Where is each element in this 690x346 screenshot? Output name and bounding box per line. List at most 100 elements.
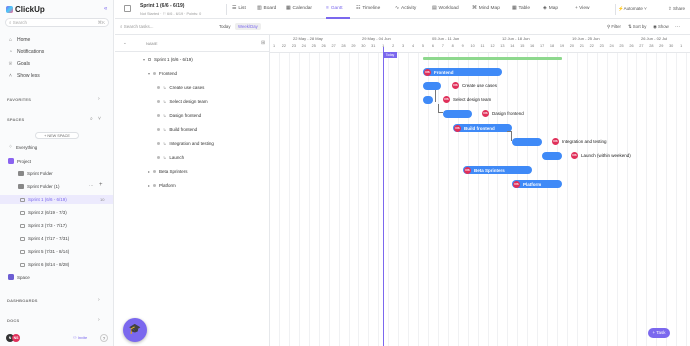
day-label: 21 [579,44,584,48]
more-options-icon[interactable]: ··· [675,24,680,30]
help-button[interactable]: ? [100,334,108,342]
automate-button[interactable]: ⚡Automate ˅ [618,6,647,12]
day-label: 6 [431,44,434,48]
tree-everything[interactable]: ⁘ Everything [8,145,37,151]
collapse-all-icon[interactable]: ⌄ [123,40,127,46]
nav-notifications[interactable]: ◔ Notifications [8,49,44,55]
task-row[interactable]: ▾ Sprint 1 (6/6 - 6/19) [143,57,193,62]
week-label: 26 Jun - 02 Jul [641,36,668,41]
tab-table[interactable]: ▦ Table [512,6,530,11]
sprint-icon [20,236,25,241]
new-space-button[interactable]: + NEW SPACE [35,132,79,139]
day-gridline [338,52,340,346]
day-gridline [656,52,658,346]
sidebar-search-input[interactable]: ⌕ Search ⌘K [5,18,109,27]
gantt-bar-integration-testing[interactable] [512,138,542,146]
show-button[interactable]: ◉ Show [653,24,669,30]
share-button[interactable]: ⇪ Share [668,6,685,12]
sort-button[interactable]: ⇅ Sort by [628,24,646,30]
task-row[interactable]: ▸ Platform [148,183,176,188]
task-row[interactable]: ↳ Dasign frontend [157,113,201,118]
nav-home[interactable]: ⌂ Home [8,37,30,43]
filter-button[interactable]: ⚲ Filter [607,24,621,30]
day-label: 29 [351,44,356,48]
tab-workload[interactable]: ▤ Workload [432,6,459,11]
sprint-progress-bar [423,57,562,60]
gantt-bar-select-design-team[interactable] [423,96,433,104]
status-dot-icon [157,156,160,159]
docs-chevron-icon[interactable]: › [98,317,100,323]
favorites-chevron-icon[interactable]: › [98,96,100,102]
day-label: 18 [549,44,555,48]
status-dot-icon [153,184,157,187]
docs-section-title[interactable]: DOCS [7,318,19,323]
map-icon: ◈ [543,6,547,11]
task-row[interactable]: ↳ Create use cases [157,85,204,90]
task-list-header: ⌄ NAME ⊞ [115,35,270,52]
tab-activity[interactable]: ∿ Activity [395,6,416,11]
clickup-logo[interactable]: ClickUp [6,5,45,14]
tab-list[interactable]: ☰ List [232,6,246,11]
invite-button[interactable]: ⚇ Invite [73,335,87,340]
tab-gantt[interactable]: ≡ Gantt [326,6,343,11]
collapse-sidebar-icon[interactable]: « [104,6,107,12]
gantt-bar-label: NS Platform [513,181,542,188]
sprint-list-item[interactable]: Sprint 6 (8/14 - 8/28) [20,262,69,267]
tree-space[interactable]: Space [8,274,30,280]
sprint-list-item[interactable]: Sprint 2 (6/19 - 7/3) [20,210,67,215]
sprint-list-item[interactable]: Sprint 1 (6/6 - 6/19) [20,197,67,202]
spaces-chevron-icon[interactable]: ˅ [98,116,101,122]
add-task-button[interactable]: + Task [648,328,670,338]
tree-project[interactable]: Project [8,158,31,164]
page-title[interactable]: Sprint 1 (6/6 - 6/19) [140,3,184,9]
day-label: 25 [619,44,624,48]
status-dot-icon [157,142,160,145]
calendar-icon: ▦ [286,6,291,11]
task-row[interactable]: ↳ Select design team [157,99,208,104]
task-row[interactable]: ↳ Integration and testing [157,141,214,146]
spaces-section-title[interactable]: SPACES [7,117,24,122]
day-gridline [557,52,559,346]
gantt-bar-launch[interactable] [542,152,562,160]
week-day-toggle[interactable]: Week/Day [235,23,261,30]
today-button[interactable]: Today [216,23,233,30]
dashboards-section-title[interactable]: DASHBOARDS [7,298,38,303]
gantt-bar-design-frontend[interactable] [443,110,472,118]
day-label: 22 [589,44,594,48]
tab-calendar[interactable]: ▦ Calendar [286,6,312,11]
tab-board[interactable]: ▥ Board [257,6,276,11]
caret-right-icon: ▸ [148,183,151,188]
task-row[interactable]: ▾ Frontend [148,71,177,76]
task-row[interactable]: ▸ Beta Sprinters [148,169,188,174]
tab-timeline[interactable]: ☷ Timeline [356,6,380,11]
gantt-bar-create-use-cases[interactable] [423,82,441,90]
day-label: 23 [291,44,296,48]
day-label: 20 [569,44,574,48]
spaces-search-icon[interactable]: ⌕ [90,116,93,122]
nav-show-less[interactable]: ˄ Show less [8,73,40,79]
favorites-section-title[interactable]: FAVORITES [7,97,31,102]
folder-more-icon[interactable]: ··· [89,183,94,188]
sprint-list-item[interactable]: Sprint 5 (7/31 - 8/14) [20,249,69,254]
dashboards-chevron-icon[interactable]: › [98,297,100,303]
folder-add-icon[interactable]: + [99,182,103,188]
sprint-list-item[interactable]: Sprint 3 (7/3 - 7/17) [20,223,67,228]
nav-goals[interactable]: ♕ Goals [8,61,30,67]
day-gridline [686,52,688,346]
add-view-button[interactable]: + View [575,6,589,11]
tree-sprint-folder[interactable]: Sprint Folder [18,171,53,176]
tab-map[interactable]: ◈ Map [543,6,558,11]
day-gridline [408,52,410,346]
tab-mind-map[interactable]: ⌘ Mind Map [472,6,500,11]
user-avatar-group[interactable]: N NS [6,334,20,342]
task-row[interactable]: ↳ Launch [157,155,184,160]
chevron-up-icon: ˄ [9,72,12,79]
gantt-bar-label: NS Launch (within weekend) [571,152,631,159]
sprint-list-item[interactable]: Sprint 4 (7/17 - 7/31) [20,236,69,241]
column-settings-icon[interactable]: ⊞ [261,40,265,46]
education-hat-button[interactable]: 🎓 [123,318,147,342]
tree-sprint-folder-1[interactable]: Sprint Folder (1) [18,184,60,189]
task-search-input[interactable]: ⌕ Search tasks... [120,24,154,29]
sprint-icon [20,210,25,215]
task-row[interactable]: ↳ Build frontend [157,127,197,132]
